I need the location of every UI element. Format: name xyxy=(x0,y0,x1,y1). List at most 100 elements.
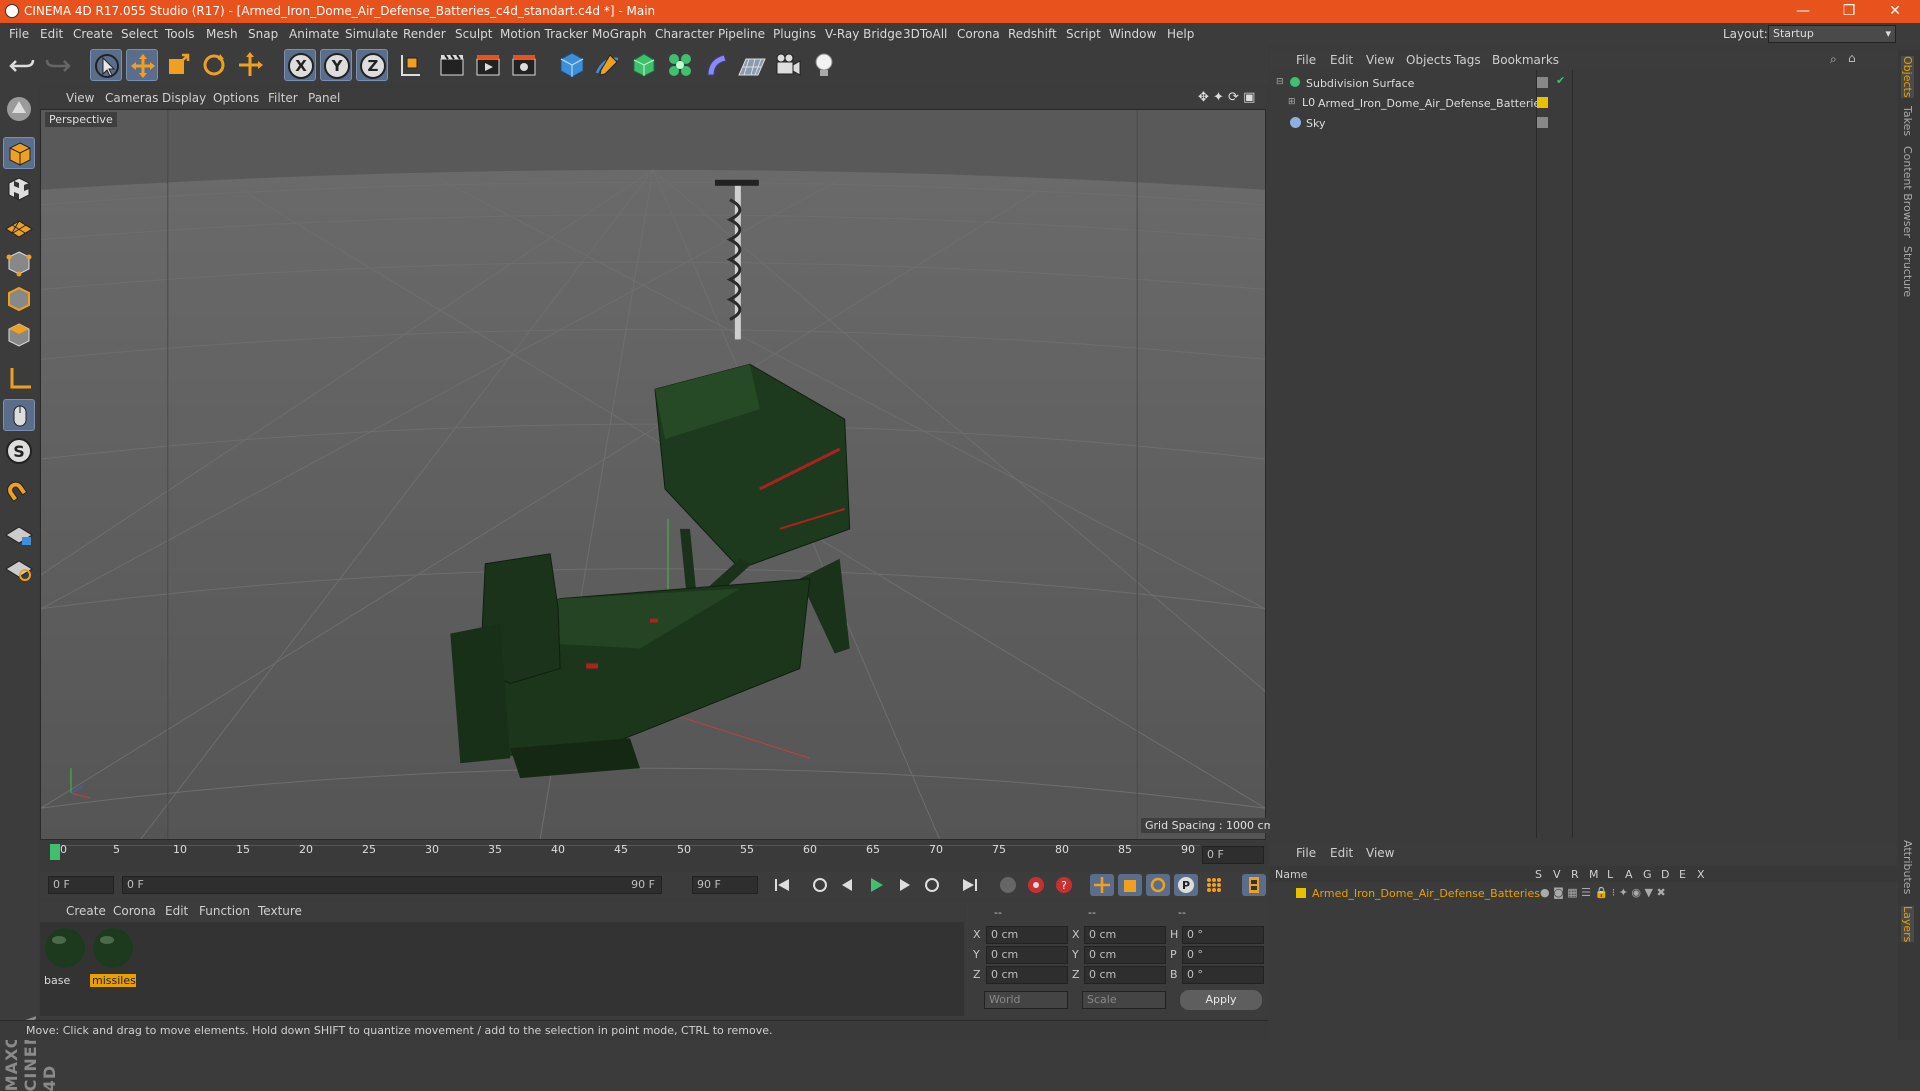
locked-workplane-button[interactable] xyxy=(3,517,35,549)
expand-toggle[interactable]: ⊞ xyxy=(1288,97,1296,107)
menu-window[interactable]: Window xyxy=(1109,27,1156,41)
position-y-field[interactable]: 0 cm xyxy=(986,946,1068,964)
deformer-button[interactable] xyxy=(700,49,732,81)
x-axis-lock-button[interactable]: X xyxy=(284,49,316,81)
perspective-viewport[interactable] xyxy=(40,109,1266,840)
position-z-field[interactable]: 0 cm xyxy=(986,966,1068,984)
transform-tool-button[interactable] xyxy=(234,49,266,81)
menu-select[interactable]: Select xyxy=(121,27,158,41)
make-editable-button[interactable] xyxy=(3,93,35,125)
light-object-button[interactable] xyxy=(808,49,840,81)
autokeying-button[interactable] xyxy=(1024,874,1048,896)
timeline-layout-button[interactable] xyxy=(1242,874,1266,896)
current-frame-field[interactable]: 0 F xyxy=(1202,846,1264,864)
tab-structure[interactable]: Structure xyxy=(1901,246,1914,297)
tab-content-browser[interactable]: Content Browser xyxy=(1901,146,1914,238)
home-icon[interactable]: ⌂ xyxy=(1848,51,1856,65)
camera-object-button[interactable] xyxy=(772,49,804,81)
workplane-mode-button[interactable] xyxy=(3,209,35,241)
tab-layers[interactable]: Layers xyxy=(1901,906,1914,943)
menu-vray-bridge[interactable]: V-Ray Bridge xyxy=(825,27,902,41)
previous-frame-button[interactable] xyxy=(836,874,860,896)
layer-toggle-icons[interactable]: ● ◙ ▦ ☰ 🔒 ⁝ ✦ ◉ ▼ ✖ xyxy=(1540,886,1666,899)
floor-object-button[interactable] xyxy=(736,49,768,81)
menu-tools[interactable]: Tools xyxy=(165,27,195,41)
material-swatch-base[interactable]: base xyxy=(42,925,88,987)
material-menu-function[interactable]: Function xyxy=(199,904,250,918)
scale-tool-button[interactable] xyxy=(162,49,194,81)
menu-simulate[interactable]: Simulate xyxy=(345,27,398,41)
menu-script[interactable]: Script xyxy=(1066,27,1101,41)
redo-button[interactable] xyxy=(42,49,74,81)
expand-toggle[interactable]: ⊟ xyxy=(1276,77,1284,87)
rotate-tool-button[interactable] xyxy=(198,49,230,81)
minimize-button[interactable]: — xyxy=(1780,0,1826,23)
layer-menu-view[interactable]: View xyxy=(1366,846,1394,860)
position-x-field[interactable]: 0 cm xyxy=(986,926,1068,944)
layer-row[interactable]: Armed_Iron_Dome_Air_Defense_Batteries ● … xyxy=(1274,884,1854,904)
material-menu-corona[interactable]: Corona xyxy=(113,904,156,918)
axis-mode-button[interactable] xyxy=(3,363,35,395)
rotation-b-field[interactable]: 0 ° xyxy=(1182,966,1264,984)
layer-tag-icon[interactable] xyxy=(1537,77,1548,88)
menu-plugins[interactable]: Plugins xyxy=(773,27,816,41)
layout-dropdown[interactable]: Startup ▾ xyxy=(1768,25,1896,43)
tweak-mode-button[interactable] xyxy=(3,399,35,431)
viewport-menu-panel[interactable]: Panel xyxy=(308,91,340,105)
snap-button[interactable]: S xyxy=(3,435,35,467)
z-axis-lock-button[interactable]: Z xyxy=(356,49,388,81)
render-to-picture-viewer-button[interactable] xyxy=(472,49,504,81)
menu-file[interactable]: File xyxy=(9,27,29,41)
menu-create[interactable]: Create xyxy=(73,27,113,41)
menu-render[interactable]: Render xyxy=(403,27,446,41)
tab-objects[interactable]: Objects xyxy=(1901,56,1914,98)
go-to-start-button[interactable] xyxy=(770,874,794,896)
restore-button[interactable]: ❒ xyxy=(1826,0,1872,23)
search-icon[interactable]: ⌕ xyxy=(1830,52,1837,67)
object-row-sky[interactable]: Sky xyxy=(1274,114,1538,134)
subdivision-surface-button[interactable] xyxy=(628,49,660,81)
cube-object-button[interactable] xyxy=(556,49,588,81)
spline-pen-button[interactable] xyxy=(592,49,624,81)
cloner-button[interactable] xyxy=(664,49,696,81)
menu-animate[interactable]: Animate xyxy=(289,27,339,41)
edges-mode-button[interactable] xyxy=(3,283,35,315)
object-row-subdivision-surface[interactable]: ⊟ Subdivision Surface xyxy=(1274,74,1538,94)
layer-tag-icon[interactable] xyxy=(1537,117,1548,128)
material-menu-edit[interactable]: Edit xyxy=(165,904,188,918)
material-menu-create[interactable]: Create xyxy=(66,904,106,918)
size-x-field[interactable]: 0 cm xyxy=(1084,926,1166,944)
close-button[interactable]: ✕ xyxy=(1872,0,1918,23)
next-frame-button[interactable] xyxy=(892,874,916,896)
y-axis-lock-button[interactable]: Y xyxy=(320,49,352,81)
layer-color-swatch[interactable] xyxy=(1296,888,1306,898)
key-pla-button[interactable] xyxy=(1202,874,1226,896)
render-settings-button[interactable] xyxy=(508,49,540,81)
menu-help[interactable]: Help xyxy=(1167,27,1194,41)
size-y-field[interactable]: 0 cm xyxy=(1084,946,1166,964)
menu-character[interactable]: Character xyxy=(655,27,714,41)
menu-snap[interactable]: Snap xyxy=(248,27,278,41)
menu-redshift[interactable]: Redshift xyxy=(1008,27,1057,41)
model-mode-button[interactable] xyxy=(3,137,35,169)
viewport-menu-display[interactable]: Display xyxy=(162,91,206,105)
key-scale-button[interactable] xyxy=(1118,874,1142,896)
menu-mesh[interactable]: Mesh xyxy=(206,27,238,41)
size-mode-dropdown[interactable]: Scale xyxy=(1082,991,1166,1009)
object-menu-edit[interactable]: Edit xyxy=(1330,53,1353,67)
object-menu-tags[interactable]: Tags xyxy=(1454,53,1481,67)
tab-attributes[interactable]: Attributes xyxy=(1901,840,1914,894)
end-frame-field[interactable]: 90 F xyxy=(692,876,758,894)
polygons-mode-button[interactable] xyxy=(3,319,35,351)
viewport-navigation-icons[interactable]: ✥ ✦ ⟳ ▣ xyxy=(1198,90,1255,105)
apply-button[interactable]: Apply xyxy=(1180,990,1262,1010)
move-tool-button[interactable] xyxy=(126,49,158,81)
menu-3dtoall[interactable]: 3DToAll xyxy=(903,27,947,41)
planar-workplane-button[interactable] xyxy=(3,553,35,585)
object-menu-objects[interactable]: Objects xyxy=(1406,53,1451,67)
enabled-check-icon[interactable]: ✔ xyxy=(1556,74,1565,87)
frame-range-slider[interactable]: 0 F 90 F xyxy=(122,876,662,894)
object-menu-view[interactable]: View xyxy=(1366,53,1394,67)
material-swatch-missiles[interactable]: missiles xyxy=(90,925,136,987)
menu-corona[interactable]: Corona xyxy=(957,27,1000,41)
